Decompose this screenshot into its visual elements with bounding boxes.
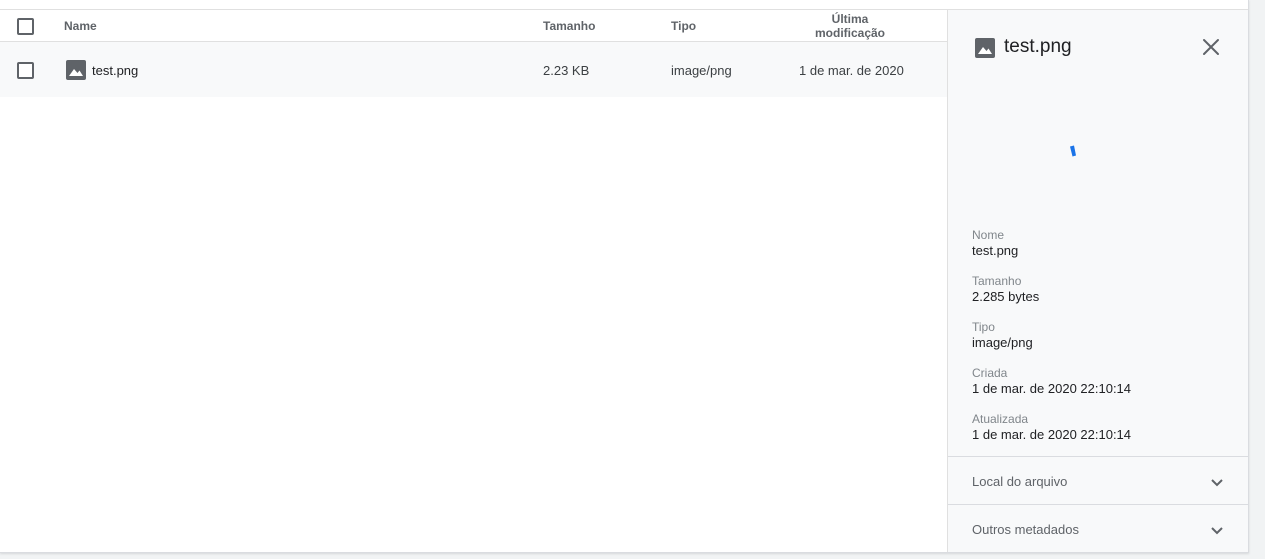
- storage-browser: Name Tamanho Tipo Última modificação tes…: [0, 0, 1265, 559]
- field-label-updated: Atualizada: [972, 412, 1029, 426]
- details-title: test.png: [1004, 36, 1072, 57]
- table-row[interactable]: test.png 2.23 KB image/png 1 de mar. de …: [0, 42, 947, 97]
- column-header-name[interactable]: Name: [64, 19, 97, 33]
- field-label-type: Tipo: [972, 320, 995, 334]
- other-metadata-section[interactable]: Outros metadados: [948, 504, 1248, 552]
- row-file-size: 2.23 KB: [543, 63, 590, 78]
- field-label-name: Nome: [972, 228, 1005, 242]
- field-value-created: 1 de mar. de 2020 22:10:14: [972, 381, 1132, 396]
- column-header-type[interactable]: Tipo: [671, 19, 696, 33]
- loading-spinner: [1069, 144, 1077, 157]
- other-metadata-label: Outros metadados: [972, 522, 1079, 537]
- column-header-size[interactable]: Tamanho: [543, 19, 595, 33]
- file-list-header: Name Tamanho Tipo Última modificação: [0, 10, 947, 42]
- field-value-name: test.png: [972, 243, 1019, 258]
- field-label-created: Criada: [972, 366, 1008, 380]
- details-panel: test.png Nome test.png Tamanho 2.285 byt…: [947, 10, 1248, 552]
- field-label-size: Tamanho: [972, 274, 1022, 288]
- file-location-section[interactable]: Local do arquivo: [948, 456, 1248, 505]
- row-file-modified: 1 de mar. de 2020: [799, 63, 904, 78]
- image-icon: [975, 38, 995, 58]
- field-value-updated: 1 de mar. de 2020 22:10:14: [972, 427, 1132, 442]
- chevron-down-icon[interactable]: [1210, 475, 1224, 489]
- top-divider: [0, 0, 1248, 10]
- field-value-size: 2.285 bytes: [972, 289, 1040, 304]
- column-header-modified[interactable]: Última modificação: [795, 12, 905, 40]
- row-file-name[interactable]: test.png: [92, 63, 138, 78]
- image-icon: [66, 60, 86, 80]
- close-icon[interactable]: [1198, 34, 1224, 60]
- file-location-label: Local do arquivo: [972, 474, 1068, 489]
- row-file-type: image/png: [671, 63, 732, 78]
- row-checkbox[interactable]: [17, 62, 34, 79]
- field-value-type: image/png: [972, 335, 1033, 350]
- file-list: Name Tamanho Tipo Última modificação tes…: [0, 10, 947, 552]
- select-all-checkbox[interactable]: [17, 18, 34, 35]
- file-browser-card: Name Tamanho Tipo Última modificação tes…: [0, 0, 1249, 553]
- chevron-down-icon[interactable]: [1210, 523, 1224, 537]
